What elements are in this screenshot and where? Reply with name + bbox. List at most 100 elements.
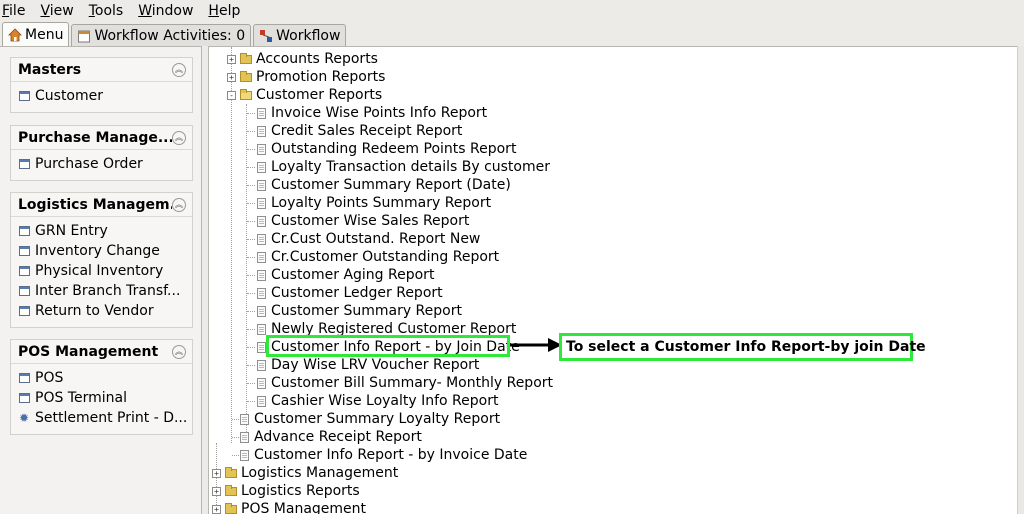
section-title: Logistics Managem...: [18, 196, 172, 213]
document-icon: [257, 341, 266, 353]
tree-leaf[interactable]: Loyalty Points Summary Report: [257, 194, 491, 212]
tab-workflow[interactable]: Workflow: [253, 24, 347, 46]
document-icon: [240, 413, 249, 425]
sidebar-item[interactable]: Inter Branch Transf...: [11, 281, 192, 301]
section-header[interactable]: Logistics Managem... ︽: [11, 193, 192, 217]
tab-label: Menu: [25, 26, 64, 43]
expand-icon[interactable]: +: [227, 54, 236, 64]
sidebar-item[interactable]: Purchase Order: [11, 154, 192, 174]
collapse-node-icon[interactable]: -: [227, 90, 236, 100]
tree-item-label: Customer Bill Summary- Monthly Report: [271, 375, 554, 391]
tab-menu[interactable]: Menu: [2, 22, 70, 46]
tree-folder[interactable]: + POS Management: [212, 500, 366, 514]
tree-connector: [247, 149, 255, 150]
collapse-icon[interactable]: ︽: [172, 130, 186, 145]
tree-leaf[interactable]: Credit Sales Receipt Report: [257, 122, 462, 140]
sidebar-item[interactable]: POS: [11, 368, 192, 388]
tree-leaf[interactable]: Cr.Customer Outstanding Report: [257, 248, 499, 266]
menu-item[interactable]: File: [2, 3, 25, 19]
document-icon: [257, 107, 266, 119]
menu-item[interactable]: Help: [208, 3, 240, 19]
tree-item-label: Loyalty Transaction details By customer: [271, 159, 550, 175]
tree-connector: [247, 113, 255, 114]
tree-folder[interactable]: + Accounts Reports: [227, 50, 378, 68]
menu-item[interactable]: Window: [138, 3, 193, 19]
tree-item-label: Customer Summary Loyalty Report: [254, 411, 501, 427]
tree-leaf[interactable]: Customer Ledger Report: [257, 284, 443, 302]
tree-leaf[interactable]: Customer Summary Loyalty Report: [240, 410, 500, 428]
window-icon: [19, 286, 30, 296]
document-icon: [257, 377, 266, 389]
expand-icon[interactable]: +: [212, 486, 221, 496]
tree-leaf[interactable]: Invoice Wise Points Info Report: [257, 104, 487, 122]
tree-folder[interactable]: - Customer Reports: [227, 86, 382, 104]
section-header[interactable]: Masters ︽: [11, 58, 192, 82]
tree-leaf[interactable]: Customer Summary Report: [257, 302, 462, 320]
tree-item-label: Accounts Reports: [256, 51, 378, 67]
tree-connector: [247, 239, 255, 240]
sidebar-section: Masters ︽ Customer: [10, 57, 193, 113]
tree-folder[interactable]: + Promotion Reports: [227, 68, 385, 86]
menu-label: ools: [94, 3, 124, 19]
tree-connector: [232, 437, 239, 438]
section-header[interactable]: POS Management ︽: [11, 340, 192, 364]
collapse-icon[interactable]: ︽: [172, 344, 186, 359]
sidebar-item[interactable]: Return to Vendor: [11, 301, 192, 321]
tree-leaf[interactable]: Loyalty Transaction details By customer: [257, 158, 550, 176]
menu-item[interactable]: Tools: [89, 3, 124, 19]
tree-folder[interactable]: + Logistics Management: [212, 464, 398, 482]
tree-leaf[interactable]: Customer Info Report - by Invoice Date: [240, 446, 527, 464]
document-icon: [257, 287, 266, 299]
expand-icon[interactable]: +: [227, 72, 236, 82]
tree-leaf[interactable]: Customer Wise Sales Report: [257, 212, 469, 230]
tree-connector: [231, 47, 232, 443]
section-header[interactable]: Purchase Manage... ︽: [11, 126, 192, 150]
callout-label: To select a Customer Info Report-by join…: [559, 333, 926, 361]
tree-item-label: Customer Summary Report: [271, 303, 462, 319]
tree-connector: [247, 383, 255, 384]
expand-icon[interactable]: +: [212, 504, 221, 514]
tree-leaf[interactable]: Cr.Cust Outstand. Report New: [257, 230, 480, 248]
tree-leaf[interactable]: Advance Receipt Report: [240, 428, 422, 446]
tree-item-label: Promotion Reports: [256, 69, 386, 85]
tree-leaf[interactable]: Outstanding Redeem Points Report: [257, 140, 516, 158]
section-items: Purchase Order: [11, 150, 192, 180]
window-icon: [19, 159, 30, 169]
sidebar-item[interactable]: Inventory Change: [11, 241, 192, 261]
tree-connector: [247, 257, 255, 258]
tree-leaf[interactable]: Customer Aging Report: [257, 266, 434, 284]
sidebar-item[interactable]: POS Terminal: [11, 388, 192, 408]
calendar-icon: [77, 29, 91, 43]
tree-connector: [232, 455, 239, 456]
document-icon: [257, 197, 266, 209]
sidebar-item[interactable]: ✹ Settlement Print - D...: [11, 408, 192, 428]
sidebar-item[interactable]: Customer: [11, 86, 192, 106]
tree-leaf[interactable]: Customer Summary Report (Date): [257, 176, 511, 194]
folder-open-icon: [240, 88, 252, 100]
document-icon: [257, 395, 266, 407]
tree-leaf[interactable]: Day Wise LRV Voucher Report: [257, 356, 479, 374]
tree-item-label: Customer Reports: [256, 87, 383, 103]
tree-item-label: Customer Aging Report: [271, 267, 435, 283]
sidebar-item[interactable]: GRN Entry: [11, 221, 192, 241]
tree-item-label: Logistics Reports: [241, 483, 360, 499]
tree-item-label: Advance Receipt Report: [254, 429, 422, 445]
tree-connector: [247, 167, 255, 168]
window-icon: [19, 266, 30, 276]
tree-folder[interactable]: + Logistics Reports: [212, 482, 360, 500]
tree-leaf[interactable]: Cashier Wise Loyalty Info Report: [257, 392, 498, 410]
vertical-scrollbar[interactable]: [1017, 46, 1024, 514]
sidebar-item-label: Inter Branch Transf...: [35, 283, 181, 299]
folder-icon: [225, 466, 237, 478]
tab-workflow[interactable]: Workflow Activities: 0: [71, 24, 252, 46]
menu-item[interactable]: View: [40, 3, 73, 19]
collapse-icon[interactable]: ︽: [172, 62, 186, 77]
collapse-icon[interactable]: ︽: [172, 197, 186, 212]
tree-leaf[interactable]: Customer Bill Summary- Monthly Report: [257, 374, 553, 392]
sidebar-section: Purchase Manage... ︽ Purchase Order: [10, 125, 193, 181]
section-title: Purchase Manage...: [18, 129, 172, 146]
expand-icon[interactable]: +: [212, 468, 221, 478]
menu-label: iew: [49, 3, 74, 19]
tree-item-label: Invoice Wise Points Info Report: [271, 105, 488, 121]
sidebar-item[interactable]: Physical Inventory: [11, 261, 192, 281]
